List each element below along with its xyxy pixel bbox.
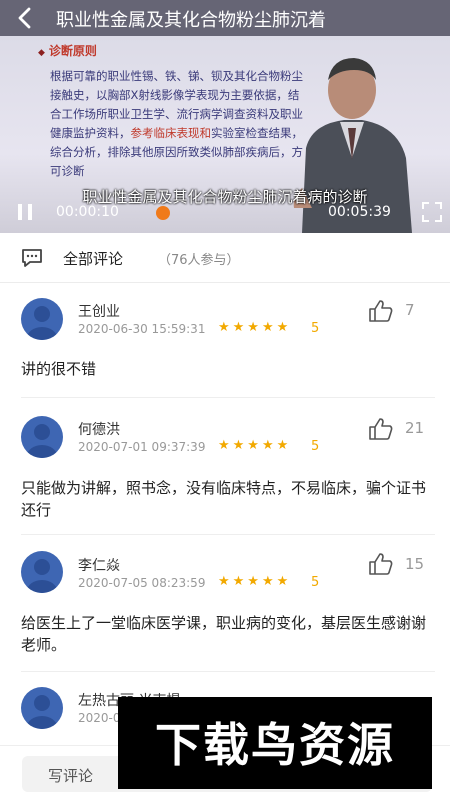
comment-bubble-icon [22, 249, 42, 267]
user-avatar-icon [27, 306, 57, 340]
user-avatar-icon [27, 424, 57, 458]
write-comment-placeholder: 写评论 [48, 767, 94, 785]
participants-count: （76人参与） [158, 253, 240, 268]
slide-body: 根据可靠的职业性锡、铁、锑、钡及其化合物粉尘接触史，以胸部X射线影像学表现为主要… [50, 67, 305, 181]
rating-score: 5 [311, 575, 320, 590]
rating-score: 5 [311, 439, 320, 454]
video-controls: 00:00:10 00:05:39 [0, 196, 450, 233]
comment-time: 2020-07-01 09:37:39 [78, 440, 206, 454]
comment-time: 2020-0 [78, 711, 121, 725]
user-avatar-icon [27, 559, 57, 593]
video-player[interactable]: 诊断原则 根据可靠的职业性锡、铁、锑、钡及其化合物粉尘接触史，以胸部X射线影像学… [0, 0, 450, 233]
seek-bar[interactable] [160, 212, 320, 214]
avatar[interactable] [21, 687, 63, 729]
back-button[interactable] [12, 4, 40, 32]
current-time: 00:00:10 [56, 204, 119, 220]
comment-time: 2020-06-30 15:59:31 [78, 322, 206, 336]
slide-heading: 诊断原则 [38, 42, 97, 59]
like-count: 21 [405, 419, 425, 437]
comment-item: 李仁焱 2020-07-05 08:23:59 ★★★★★ 5 15 给医生上了… [0, 535, 450, 672]
thumbs-up-icon[interactable] [368, 299, 394, 323]
comment-item: 王创业 2020-06-30 15:59:31 ★★★★★ 5 7 讲的很不错 [0, 283, 450, 398]
comment-time: 2020-07-05 08:23:59 [78, 576, 206, 590]
comments-header: 全部评论 （76人参与） [0, 233, 450, 283]
rating-stars: ★★★★★ [218, 438, 292, 453]
video-title: 职业性金属及其化合物粉尘肺沉着 [56, 10, 326, 31]
like-count: 7 [405, 301, 415, 319]
avatar[interactable] [21, 551, 63, 593]
video-title-bar: 职业性金属及其化合物粉尘肺沉着 [0, 0, 450, 36]
comment-text: 给医生上了一堂临床医学课，职业病的变化，基层医生感谢谢老师。 [21, 614, 427, 654]
comment-text: 讲的很不错 [21, 360, 97, 378]
commenter-name: 王创业 [78, 304, 120, 320]
fullscreen-icon[interactable] [421, 201, 443, 223]
comment-item: 何德洪 2020-07-01 09:37:39 ★★★★★ 5 21 只能做为讲… [0, 398, 450, 535]
seek-knob[interactable] [156, 206, 170, 220]
thumbs-up-icon[interactable] [368, 552, 394, 576]
rating-stars: ★★★★★ [218, 574, 292, 589]
rating-stars: ★★★★★ [218, 320, 292, 335]
all-comments-label: 全部评论 [63, 250, 124, 268]
pause-icon[interactable] [14, 202, 36, 222]
like-count: 15 [405, 555, 425, 573]
user-avatar-icon [27, 695, 57, 729]
slide-body-highlight: 参考临床表现和 [130, 126, 212, 140]
back-arrow-icon [18, 7, 31, 29]
commenter-name: 李仁焱 [78, 558, 120, 574]
thumbs-up-icon[interactable] [368, 417, 394, 441]
total-time: 00:05:39 [328, 204, 391, 220]
commenter-name: 何德洪 [78, 422, 120, 438]
watermark-logo: 下载鸟资源 [118, 697, 432, 789]
watermark-text: 下载鸟资源 [155, 718, 395, 772]
rating-score: 5 [311, 321, 320, 336]
avatar[interactable] [21, 416, 63, 458]
comment-text: 只能做为讲解，照书念，没有临床特点，不易临床，骗个证书还行 [21, 479, 427, 519]
avatar[interactable] [21, 298, 63, 340]
